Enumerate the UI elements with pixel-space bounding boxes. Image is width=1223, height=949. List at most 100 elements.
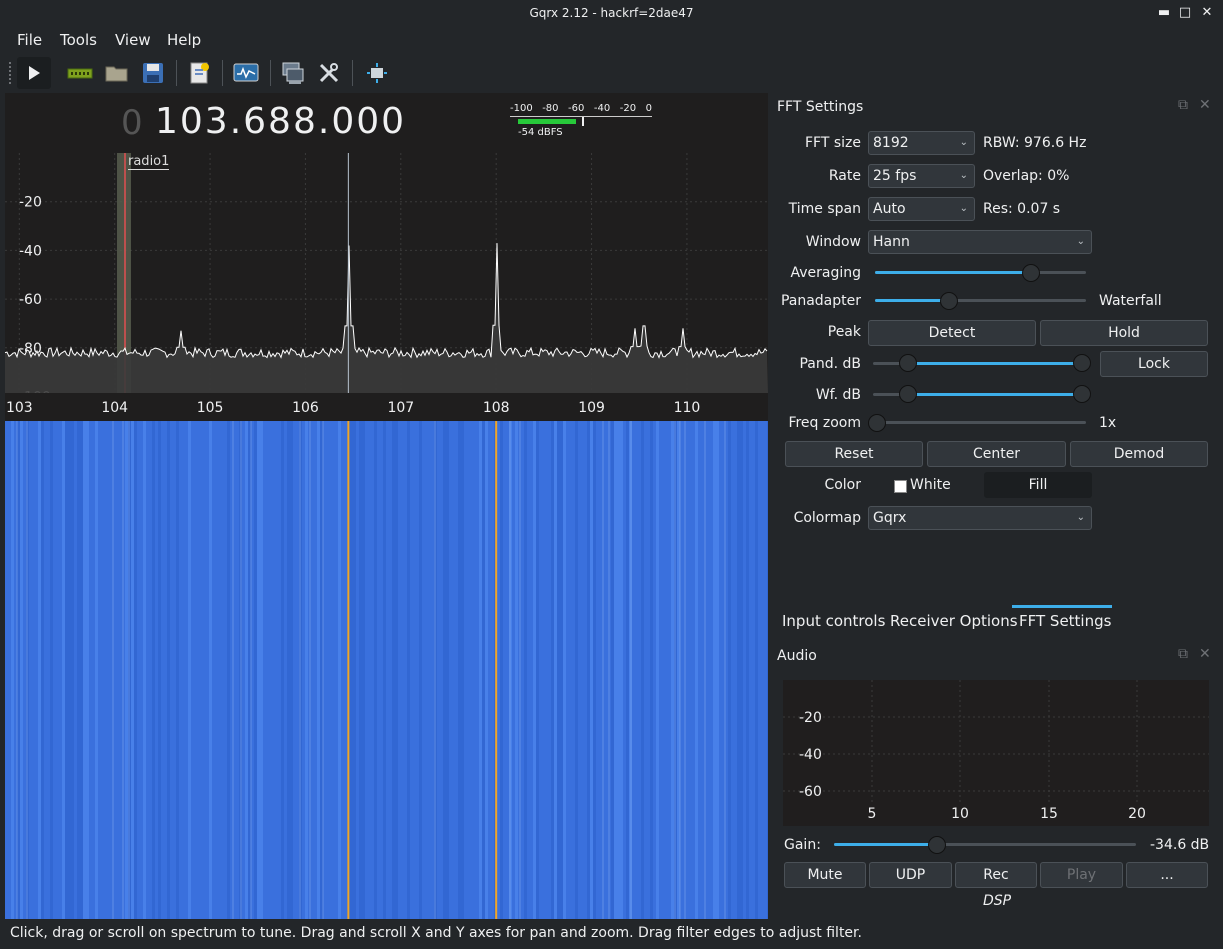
peak-hold-button[interactable]: Hold (1040, 320, 1208, 346)
waterfall-column (692, 421, 695, 919)
waterfall-column (638, 421, 641, 919)
frequency-display[interactable]: 103.688.000 (155, 101, 406, 142)
waterfall-column (41, 421, 44, 919)
wf-db-high-handle[interactable] (1073, 385, 1091, 403)
pand-db-high-handle[interactable] (1073, 354, 1091, 372)
waterfall-column (440, 421, 443, 919)
spectrum-y-tick: -40 (19, 243, 42, 259)
waterfall-column (47, 421, 50, 919)
save-icon (143, 63, 163, 83)
waterfall-column (467, 421, 470, 919)
menu-help[interactable]: Help (167, 31, 201, 49)
fill-color-button[interactable]: Fill (984, 472, 1092, 498)
tab-receiver-options[interactable]: Receiver Options (890, 612, 1018, 630)
pand-db-low-handle[interactable] (899, 354, 917, 372)
waterfall-column (116, 421, 119, 919)
waterfall-column (737, 421, 740, 919)
peak-detect-button[interactable]: Detect (868, 320, 1036, 346)
colormap-value: Gqrx (873, 510, 907, 526)
waterfall-column (659, 421, 662, 919)
waterfall-column (74, 421, 77, 919)
white-checkbox-label: White (910, 477, 951, 493)
waterfall-column (449, 421, 452, 919)
waterfall-column (203, 421, 206, 919)
fft-size-combo[interactable]: 8192 ⌄ (868, 131, 975, 155)
waterfall-svg[interactable] (5, 421, 768, 919)
close-icon[interactable]: ✕ (1200, 6, 1214, 20)
rec-button[interactable]: Rec (955, 862, 1037, 888)
timespan-combo[interactable]: Auto ⌄ (868, 197, 975, 221)
waterfall-column (710, 421, 713, 919)
waterfall-column (584, 421, 587, 919)
waterfall-column (728, 421, 731, 919)
hardware-button[interactable] (63, 57, 97, 89)
dock-float-icon[interactable]: ⧉ (1178, 646, 1188, 662)
waterfall-column (311, 421, 314, 919)
bookmark-button[interactable] (183, 57, 217, 89)
freq-zoom-slider[interactable] (875, 421, 1086, 424)
pan-wf-split-handle[interactable] (939, 292, 958, 310)
tools-button[interactable] (312, 57, 346, 89)
waterfall-column (302, 421, 305, 919)
dock-float-icon[interactable]: ⧉ (1178, 97, 1188, 113)
maximize-icon[interactable]: □ (1178, 6, 1192, 20)
averaging-slider-handle[interactable] (1022, 264, 1041, 282)
lock-button[interactable]: Lock (1100, 351, 1208, 377)
audio-fft-plot: -20 -40 -60 5 10 15 20 (783, 680, 1209, 826)
signal-meter: -100 -80 -60 -40 -20 0 -54 dBFS (510, 103, 652, 138)
waterfall-column (614, 421, 617, 919)
udp-button[interactable]: UDP (869, 862, 952, 888)
waterfall-column (68, 421, 71, 919)
waterfall-column (596, 421, 599, 919)
tab-fft-settings[interactable]: FFT Settings (1019, 612, 1111, 630)
rate-combo[interactable]: 25 fps ⌄ (868, 164, 975, 188)
rate-value: 25 fps (873, 168, 917, 184)
waterfall-display[interactable] (5, 421, 768, 919)
network-button[interactable] (276, 57, 310, 89)
white-checkbox[interactable] (894, 480, 907, 493)
waterfall-column (365, 421, 368, 919)
bookmark-marker-label[interactable]: radio1 (128, 154, 170, 170)
waterfall-column (620, 421, 623, 919)
audio-gain-handle[interactable] (927, 836, 946, 854)
waterfall-column (23, 421, 26, 919)
fullscreen-button[interactable] (360, 57, 394, 89)
remote-control-button[interactable] (229, 57, 263, 89)
rbw-label: RBW: 976.6 Hz (983, 135, 1087, 151)
spectrum-y-tick: -20 (19, 195, 42, 211)
waterfall-column (407, 421, 410, 919)
dock-close-icon[interactable]: ✕ (1199, 646, 1211, 662)
wf-db-low-handle[interactable] (899, 385, 917, 403)
waterfall-column (179, 421, 182, 919)
freq-zoom-handle[interactable] (868, 414, 886, 432)
meter-tick: -60 (568, 103, 585, 114)
window-combo[interactable]: Hann ⌄ (868, 230, 1092, 254)
waterfall-column (356, 421, 359, 919)
waterfall-column (566, 421, 569, 919)
waterfall-column (695, 421, 698, 919)
menu-tools[interactable]: Tools (60, 31, 97, 49)
colormap-combo[interactable]: Gqrx ⌄ (868, 506, 1092, 530)
spectrum-svg[interactable]: 103104105106107108109110-20-40-60-80-100… (5, 93, 768, 421)
play-button[interactable] (17, 57, 51, 89)
spectrum-plot[interactable]: 103104105106107108109110-20-40-60-80-100… (5, 93, 768, 421)
dock-close-icon[interactable]: ✕ (1199, 97, 1211, 113)
menu-view[interactable]: View (115, 31, 151, 49)
play-button-audio[interactable]: Play (1040, 862, 1123, 888)
save-button[interactable] (136, 57, 170, 89)
tab-input-controls[interactable]: Input controls (782, 612, 885, 630)
audio-options-button[interactable]: ... (1126, 862, 1208, 888)
reset-button[interactable]: Reset (785, 441, 923, 467)
center-button[interactable]: Center (927, 441, 1066, 467)
menu-file[interactable]: File (17, 31, 42, 49)
mute-button[interactable]: Mute (784, 862, 866, 888)
demod-button[interactable]: Demod (1070, 441, 1208, 467)
toolbar-separator (176, 60, 177, 86)
open-button[interactable] (100, 57, 134, 89)
frequency-prefix[interactable]: 0 (121, 103, 143, 143)
waterfall-column (71, 421, 74, 919)
waterfall-column (134, 421, 137, 919)
waterfall-column (665, 421, 668, 919)
minimize-icon[interactable]: ▬ (1157, 6, 1171, 20)
colormap-label: Colormap (793, 510, 861, 526)
